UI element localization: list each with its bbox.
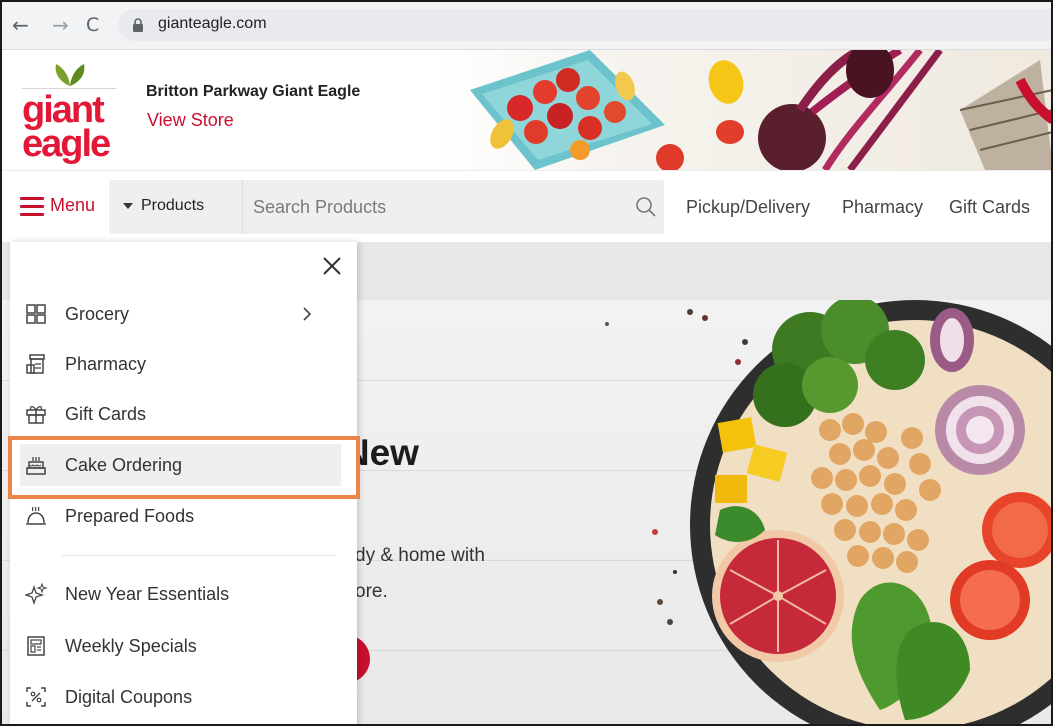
store-name: Britton Parkway Giant Eagle — [146, 83, 361, 100]
nav-link-pickup-delivery[interactable]: Pickup/Delivery — [686, 197, 810, 218]
logo-word-eagle: eagle — [22, 123, 111, 165]
pharmacy-icon — [26, 354, 45, 374]
menu-item-label: Prepared Foods — [65, 506, 195, 526]
main-navigation: Menu Products Pickup/Delivery Pharmacy G… — [0, 170, 1053, 242]
search-icon[interactable] — [635, 196, 657, 218]
back-button[interactable]: ← — [12, 13, 29, 37]
newspaper-icon — [27, 636, 45, 656]
menu-item-label: Gift Cards — [65, 404, 147, 424]
cloche-icon — [26, 506, 46, 525]
highlight-box — [8, 436, 360, 499]
sparkle-icon — [25, 583, 47, 605]
produce-illustration — [470, 50, 1053, 170]
products-dropdown-label: Products — [141, 197, 205, 214]
salad-bowl-image — [690, 300, 1053, 726]
menu-item-label: Pharmacy — [65, 354, 147, 374]
view-store-link[interactable]: View Store — [147, 110, 234, 131]
forward-button[interactable]: → — [52, 13, 69, 37]
lock-icon — [133, 18, 143, 32]
menu-item-label: Grocery — [65, 304, 130, 324]
menu-item-prepared-foods[interactable]: Prepared Foods — [10, 495, 357, 537]
products-dropdown[interactable]: Products — [109, 180, 243, 234]
reload-button[interactable]: C — [86, 13, 99, 37]
menu-item-weekly-specials[interactable]: Weekly Specials — [10, 625, 357, 667]
menu-item-label: Weekly Specials — [65, 636, 197, 656]
menu-label: Menu — [50, 195, 96, 215]
produce-banner-image — [440, 50, 1053, 170]
nav-link-pharmacy[interactable]: Pharmacy — [842, 197, 923, 218]
leaf-icon — [55, 64, 85, 86]
url-text: gianteagle.com — [158, 15, 267, 32]
coupon-icon — [26, 687, 46, 707]
hero-subtitle-line2: ore. — [355, 581, 388, 602]
giant-eagle-logo[interactable]: giant eagle — [22, 62, 118, 168]
grid-icon — [26, 304, 46, 324]
menu-item-digital-coupons[interactable]: Digital Coupons — [10, 676, 357, 718]
menu-item-label: New Year Essentials — [65, 584, 230, 604]
search-bar: Products — [109, 180, 664, 234]
menu-item-new-year-essentials[interactable]: New Year Essentials — [10, 573, 357, 615]
site-header: giant eagle Britton Parkway Giant Eagle … — [0, 50, 1053, 170]
address-bar[interactable]: gianteagle.com — [118, 9, 1053, 41]
gift-icon — [26, 405, 46, 424]
nav-link-gift-cards[interactable]: Gift Cards — [949, 197, 1030, 218]
close-icon[interactable] — [320, 254, 344, 278]
search-input[interactable] — [253, 192, 623, 222]
menu-item-pharmacy[interactable]: Pharmacy — [10, 343, 357, 385]
menu-item-grocery[interactable]: Grocery — [10, 293, 357, 335]
hamburger-icon — [20, 197, 44, 217]
caret-down-icon — [123, 203, 133, 209]
chevron-right-icon — [303, 307, 312, 321]
menu-item-gift-cards[interactable]: Gift Cards — [10, 393, 357, 435]
browser-toolbar: ← → C gianteagle.com — [0, 0, 1053, 50]
hero-subtitle-line1: dy & home with — [355, 545, 485, 566]
menu-divider — [62, 555, 336, 556]
menu-item-label: Digital Coupons — [65, 687, 193, 707]
